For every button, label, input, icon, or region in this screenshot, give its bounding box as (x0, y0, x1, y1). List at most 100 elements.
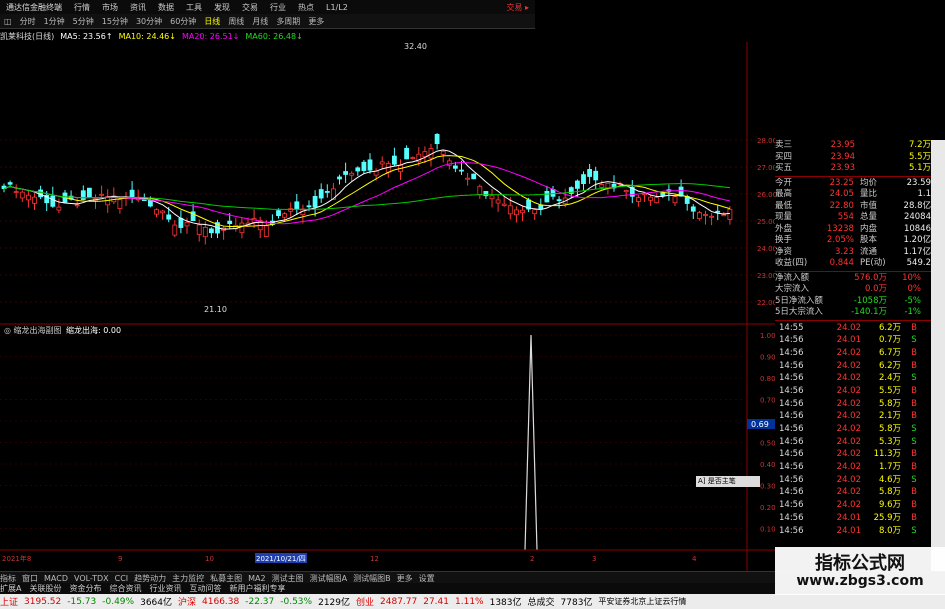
trade-row: 14:56 24.02 9.6万 B (775, 499, 931, 512)
indicator-tab[interactable]: MACD (44, 574, 68, 583)
indicator-tab[interactable]: VOL-TDX (74, 574, 109, 583)
info-tab[interactable]: 互动问答 (189, 583, 221, 594)
info-tab[interactable]: 扩展A (0, 583, 21, 594)
indicator-tab[interactable]: 测试主图 (272, 573, 304, 584)
trade-price: 24.02 (836, 462, 861, 473)
indicator-tab[interactable]: 指标 (0, 573, 16, 584)
period-more[interactable]: 更多 (308, 16, 324, 27)
candle-body (343, 171, 349, 175)
trade-volume: 6.2万 (878, 322, 901, 333)
indicator-tab[interactable]: 窗口 (22, 573, 38, 584)
trade-side: B (911, 512, 917, 523)
cy-pct: 1.11% (455, 596, 484, 607)
candle-body (13, 191, 19, 193)
trade-time: 14:56 (779, 487, 804, 498)
stock-name: 凯莱科技(日线) (0, 31, 55, 41)
ma60-label: MA60: 26.48↓ (245, 31, 303, 41)
indicator-tab[interactable]: 设置 (419, 573, 435, 584)
trade-side: B (911, 449, 917, 460)
period-30min[interactable]: 30分钟 (136, 16, 162, 27)
trade-time: 14:56 (779, 335, 804, 346)
stat-value-2: 28.8亿 (903, 200, 931, 211)
menu-level[interactable]: L1/L2 (326, 3, 348, 12)
fund-flows: 净流入额 576.0万 10% 大宗流入 0.0万 0% 5日净流入额 -1058万 -5% 5日… (775, 273, 931, 319)
price-tick: 24.00 (757, 245, 775, 253)
menu-trade[interactable]: 交易 (242, 2, 258, 13)
indicator-tab[interactable]: CCI (115, 574, 129, 583)
period-multi[interactable]: 多周期 (276, 16, 300, 27)
flow-pct: -5% (904, 295, 921, 306)
indicator-tab[interactable]: 测试幅图A (310, 573, 347, 584)
layout-icon[interactable]: ◫ (4, 17, 12, 26)
trade-row: 14:56 24.02 6.2万 B (775, 360, 931, 373)
hs-label[interactable]: 沪深 (178, 595, 196, 608)
stat-label: 现量 (775, 212, 793, 222)
candle-body (117, 199, 123, 209)
cy-change: 27.41 (423, 596, 449, 607)
cy-label[interactable]: 创业 (356, 595, 374, 608)
indicator-tab[interactable]: 更多 (397, 573, 413, 584)
candle-body (507, 205, 513, 215)
menu-market[interactable]: 市场 (102, 2, 118, 13)
period-weekly[interactable]: 周线 (228, 16, 244, 27)
candle-body (520, 209, 525, 214)
candle-body (642, 193, 647, 196)
indicator-tab[interactable]: 私募主图 (210, 573, 242, 584)
indicator-tab[interactable]: 主力监控 (172, 573, 204, 584)
period-5min[interactable]: 5分钟 (73, 16, 94, 27)
menu-news[interactable]: 资讯 (130, 2, 146, 13)
period-15min[interactable]: 15分钟 (102, 16, 128, 27)
trade-side: S (911, 436, 917, 447)
menu-data[interactable]: 数据 (158, 2, 174, 13)
candle-body (660, 192, 666, 197)
menu-industry[interactable]: 行业 (270, 2, 286, 13)
menu-hot[interactable]: 热点 (298, 2, 314, 13)
info-tab[interactable]: 资金分布 (69, 583, 101, 594)
info-tab[interactable]: 新用户福利专享 (229, 583, 285, 594)
stat-value: 23.25 (829, 177, 854, 188)
menu-tools[interactable]: 工具 (186, 2, 202, 13)
kline-chart[interactable]: 32.40 21.10 28.00 27.00 26.00 25.00 24.00 23.… (0, 42, 775, 572)
trade-side: S (911, 525, 917, 536)
period-intraday[interactable]: 分时 (20, 16, 36, 27)
candle-body (32, 196, 37, 204)
period-bar: ◫ 分时 1分钟 5分钟 15分钟 30分钟 60分钟 日线 周线 月线 多周期… (0, 14, 535, 29)
menu-discover[interactable]: 发现 (214, 2, 230, 13)
trade-price: 24.02 (836, 322, 861, 333)
trade-side: B (911, 500, 917, 511)
stat-label: 外盘 (775, 223, 793, 234)
indicator-tab[interactable]: 测试幅图B (353, 573, 391, 584)
sh-label[interactable]: 上证 (0, 595, 18, 608)
price-tick: 27.00 (757, 164, 775, 172)
stat-label: 今开 (775, 177, 793, 188)
candle-body (74, 204, 80, 207)
popup-hint[interactable]: A] 是否主笔 [-]·□× (696, 476, 760, 496)
subchart-axis: 1.000.900.800.700.600.500.400.300.200.10 (0, 332, 775, 534)
trade-price: 24.02 (836, 487, 861, 498)
flow-label: 净流入额 (775, 272, 810, 283)
info-tab[interactable]: 行业资讯 (149, 583, 181, 594)
period-60min[interactable]: 60分钟 (170, 16, 196, 27)
date-tick: 12 (370, 555, 379, 563)
period-monthly[interactable]: 月线 (252, 16, 268, 27)
candle-body (636, 197, 641, 202)
candle-body (355, 167, 361, 172)
indicator-tab[interactable]: MA2 (248, 574, 265, 583)
flow-value: -1058万 (853, 295, 887, 306)
candle-body (587, 169, 592, 177)
indicator-tab[interactable]: 趋势动力 (134, 573, 166, 584)
candlesticks (1, 133, 733, 245)
period-daily[interactable]: 日线 (204, 16, 220, 27)
menu-quotes[interactable]: 行情 (74, 2, 90, 13)
trade-volume: 6.2万 (878, 360, 901, 371)
candle-body (465, 177, 471, 180)
side-toolstrip[interactable] (931, 140, 945, 600)
app-name: 通达信金融终端 (6, 2, 62, 12)
ask-row: 卖三 23.95 7.2万 (775, 140, 931, 152)
candle-body (727, 208, 733, 220)
period-1min[interactable]: 1分钟 (44, 16, 65, 27)
price-tick: 23.00 (757, 272, 775, 280)
trade-button[interactable]: 交易 ▸ (506, 2, 529, 13)
info-tab[interactable]: 综合资讯 (109, 583, 141, 594)
info-tab[interactable]: 关联股份 (29, 583, 61, 594)
